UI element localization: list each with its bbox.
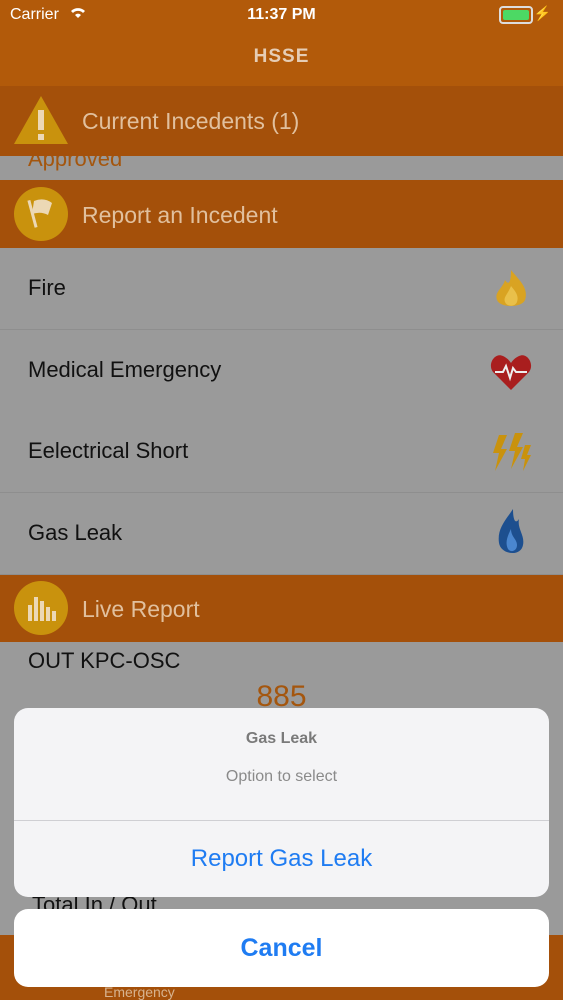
page-title: HSSE — [253, 46, 310, 67]
row-label: Medical Emergency — [28, 357, 222, 382]
section-current-incidents[interactable]: Current Incedents (1) — [0, 86, 563, 156]
section-report-incident: Report an Incedent — [0, 180, 563, 248]
flag-icon — [14, 187, 68, 241]
section-live-report: Live Report — [0, 575, 563, 642]
gas-flame-icon — [489, 507, 533, 561]
row-label: Eelectrical Short — [28, 438, 189, 463]
incident-status-text: Approved — [28, 156, 123, 171]
row-label: Gas Leak — [28, 520, 123, 545]
live-row-label: OUT KPC-OSC — [28, 648, 181, 673]
action-sheet-message: Option to select — [225, 768, 338, 785]
cancel-button[interactable]: Cancel — [14, 909, 549, 987]
action-sheet-title: Gas Leak — [245, 730, 318, 747]
status-bar: Carrier 11:37 PM ⚡ — [0, 0, 563, 30]
current-incidents-label: Current Incedents (1) — [82, 108, 300, 134]
lightning-icon — [489, 431, 533, 475]
row-label: Fire — [28, 275, 66, 300]
battery-icon — [499, 6, 533, 24]
nav-bar: HSSE — [0, 30, 563, 86]
clock-label: 11:37 PM — [247, 6, 316, 23]
charging-icon: ⚡ — [533, 5, 551, 21]
current-incident-row[interactable]: Approved — [0, 156, 563, 180]
report-row-medical[interactable]: Medical Emergency — [0, 330, 563, 412]
live-report-label: Live Report — [82, 596, 200, 622]
heartbeat-icon — [489, 350, 533, 394]
report-incident-label: Report an Incedent — [82, 202, 278, 228]
report-row-electrical[interactable]: Eelectrical Short — [0, 411, 563, 493]
bar-chart-icon — [14, 581, 68, 635]
report-row-fire[interactable]: Fire — [0, 248, 563, 330]
report-row-gas-leak[interactable]: Gas Leak — [0, 493, 563, 575]
warning-icon — [12, 94, 70, 151]
fire-icon — [489, 268, 533, 312]
action-sheet: Gas Leak Option to select Report Gas Lea… — [14, 708, 549, 897]
report-gas-leak-button[interactable]: Report Gas Leak — [14, 821, 549, 897]
